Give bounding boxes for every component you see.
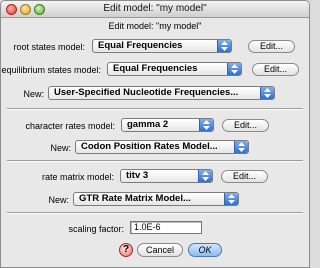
popup-arrows-icon [260,87,274,99]
equilibrium-states-edit-button[interactable]: Edit... [252,63,299,76]
equilibrium-new-label: New: [23,89,44,99]
root-states-popup-value: Equal Frequencies [98,40,183,51]
character-rates-new-label: New: [50,143,71,153]
equilibrium-new-popup[interactable]: User-Specified Nucleotide Frequencies... [48,86,275,100]
popup-arrows-icon [227,63,241,75]
root-states-edit-button[interactable]: Edit... [248,40,295,53]
separator [7,160,303,162]
rate-matrix-label: rate matrix model: [41,172,114,182]
separator [7,108,303,110]
separator [7,212,303,214]
rate-matrix-new-popup-value: GTR Rate Matrix Model... [79,193,191,204]
character-rates-edit-button[interactable]: Edit... [222,119,269,132]
title-bar[interactable]: Edit model: "my model" [1,1,309,18]
popup-arrows-icon [198,170,212,182]
popup-arrows-icon [234,141,248,153]
equilibrium-new-popup-value: User-Specified Nucleotide Frequencies... [54,87,239,98]
scaling-factor-field[interactable]: 1.0E-6 [130,221,202,234]
rate-matrix-new-popup[interactable]: GTR Rate Matrix Model... [73,192,239,206]
equilibrium-states-label: equilibrium states model: [1,65,101,75]
rate-matrix-popup-value: titv 3 [126,170,149,181]
root-states-popup[interactable]: Equal Frequencies [92,39,232,53]
rate-matrix-edit-button[interactable]: Edit... [221,170,268,183]
equilibrium-states-popup-value: Equal Frequencies [113,63,198,74]
dialog-heading: Edit model: "my model" [108,21,202,31]
window-title: Edit model: "my model" [103,3,207,14]
help-button[interactable]: ? [119,243,133,257]
rate-matrix-new-label: New: [48,195,69,205]
ok-button[interactable]: OK [188,243,222,257]
scaling-factor-label: scaling factor: [68,224,124,234]
character-rates-new-popup[interactable]: Codon Position Rates Model... [75,140,249,154]
equilibrium-states-popup[interactable]: Equal Frequencies [107,62,242,76]
character-rates-new-popup-value: Codon Position Rates Model... [81,141,218,152]
character-rates-label: character rates model: [25,121,115,131]
character-rates-popup-value: gamma 2 [127,119,169,130]
cancel-button[interactable]: Cancel [137,243,183,257]
root-states-label: root states model: [13,42,85,52]
popup-arrows-icon [199,119,213,131]
popup-arrows-icon [217,40,231,52]
rate-matrix-popup[interactable]: titv 3 [120,169,213,183]
character-rates-popup[interactable]: gamma 2 [121,118,214,132]
edit-model-window: Edit model: "my model" Edit model: "my m… [0,0,310,268]
popup-arrows-icon [224,193,238,205]
